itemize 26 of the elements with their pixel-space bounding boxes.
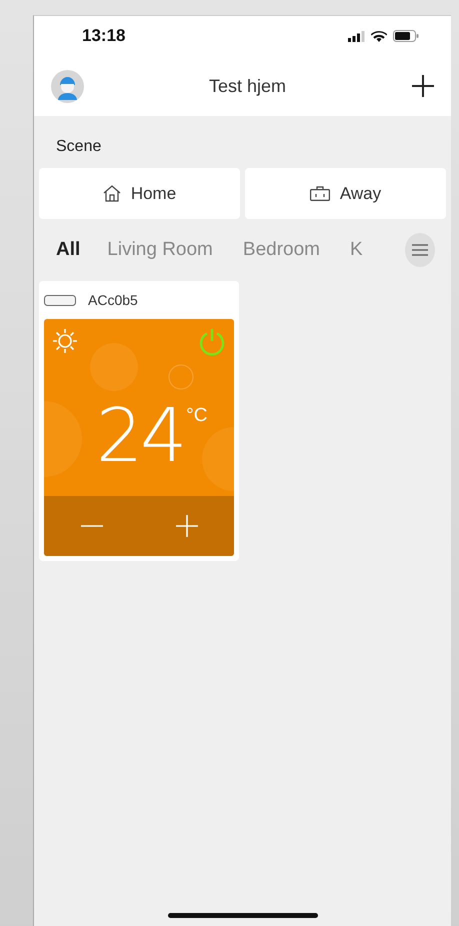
temperature-unit: °C: [186, 405, 208, 427]
device-name: ACc0b5: [88, 292, 138, 308]
plus-icon: [176, 515, 198, 537]
room-tab[interactable]: Living Room: [107, 239, 213, 261]
avatar-icon[interactable]: [51, 70, 84, 102]
room-tab[interactable]: Bedroom: [242, 239, 320, 261]
wifi-icon: [371, 30, 387, 42]
plus-icon: [411, 74, 435, 98]
house-icon: [102, 185, 121, 202]
air-conditioner-icon: [44, 294, 76, 306]
battery-icon: [393, 30, 419, 42]
add-button[interactable]: [411, 74, 435, 98]
minus-icon: [80, 525, 102, 527]
scene-label: Scene: [55, 137, 102, 157]
status-time: 13:18: [82, 26, 126, 46]
suitcase-icon: [310, 186, 330, 201]
scene-button[interactable]: Away: [245, 168, 446, 219]
scene-button[interactable]: Home: [39, 168, 240, 219]
temperature-value: 24: [96, 399, 184, 473]
signal-icon: [348, 30, 365, 42]
menu-button[interactable]: [404, 233, 435, 267]
room-tab[interactable]: K: [350, 239, 363, 261]
menu-icon: [412, 244, 428, 256]
room-tab[interactable]: All: [56, 239, 80, 261]
home-title: Test hjem: [208, 76, 286, 96]
sun-icon[interactable]: [53, 329, 77, 353]
